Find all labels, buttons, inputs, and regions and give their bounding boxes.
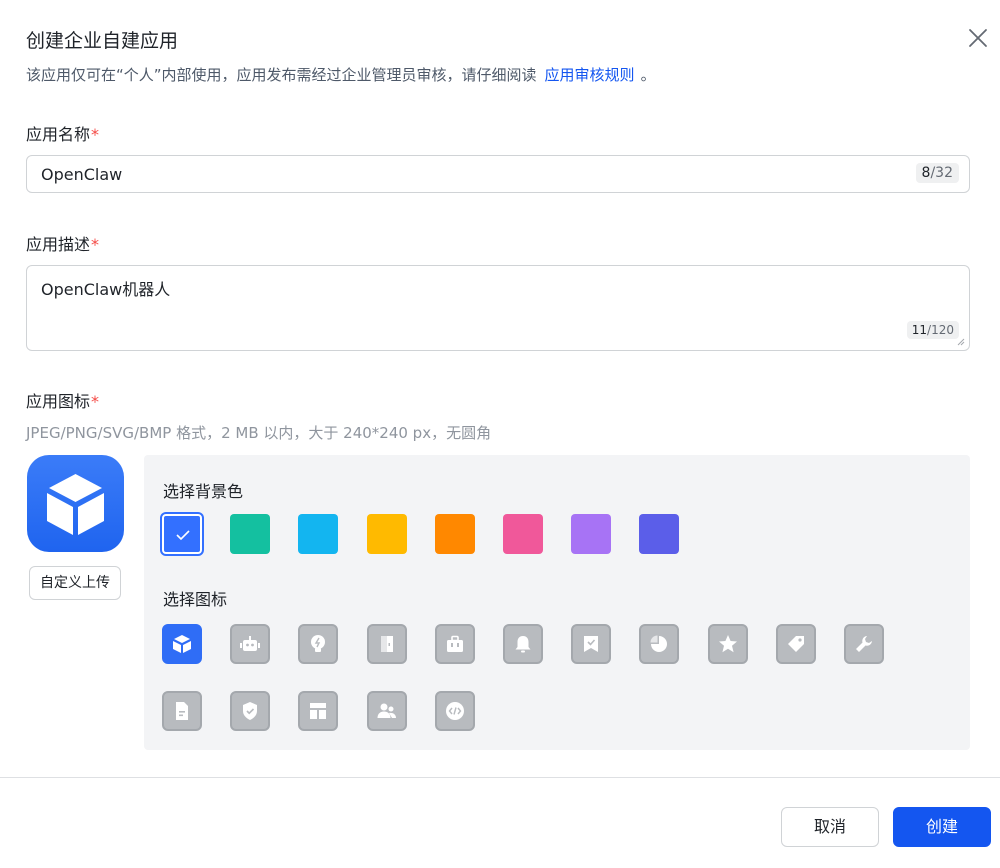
bg-swatch-6[interactable] xyxy=(503,514,543,554)
wrench-icon xyxy=(856,636,872,652)
icon-option-tag[interactable] xyxy=(776,624,816,664)
bg-swatch-8[interactable] xyxy=(639,514,679,554)
dialog-title: 创建企业自建应用 xyxy=(26,30,179,52)
app-desc-counter: 11/120 xyxy=(906,321,959,339)
resize-handle-icon[interactable] xyxy=(957,338,965,346)
footer-divider xyxy=(0,777,1000,778)
icon-option-star[interactable] xyxy=(708,624,748,664)
icon-option-wrench[interactable] xyxy=(844,624,884,664)
robot-icon xyxy=(240,636,260,651)
icon-select-label: 选择图标 xyxy=(163,590,228,609)
icon-option-document[interactable] xyxy=(162,691,202,731)
app-desc-count: 11 xyxy=(911,323,928,337)
bell-icon xyxy=(515,636,531,653)
icon-option-users[interactable] xyxy=(367,691,407,731)
users-icon xyxy=(377,703,396,718)
app-icon-preview xyxy=(27,455,124,552)
bg-swatch-2[interactable] xyxy=(230,514,270,554)
icon-option-robot[interactable] xyxy=(230,624,270,664)
document-icon xyxy=(176,702,188,720)
app-desc-label: 应用描述* xyxy=(26,231,99,255)
subtitle-suffix: 。 xyxy=(640,66,656,84)
bg-color-label: 选择背景色 xyxy=(163,482,244,501)
app-name-input[interactable]: OpenClaw 8/32 xyxy=(26,155,970,193)
app-name-value[interactable]: OpenClaw xyxy=(41,165,122,184)
bg-swatch-4[interactable] xyxy=(367,514,407,554)
dialog-subtitle: 该应用仅可在“个人”内部使用，应用发布需经过企业管理员审核，请仔细阅读 应用审核规… xyxy=(26,64,656,85)
cube-icon xyxy=(47,474,104,535)
review-rules-link[interactable]: 应用审核规则 xyxy=(545,66,635,84)
icon-option-cube[interactable] xyxy=(162,624,202,664)
pie-chart-icon xyxy=(650,635,667,652)
create-button[interactable]: 创建 xyxy=(893,807,991,847)
lightbulb-icon xyxy=(311,635,325,652)
bg-swatch-5[interactable] xyxy=(435,514,475,554)
layout-icon xyxy=(310,703,326,719)
app-name-label-text: 应用名称 xyxy=(26,125,91,144)
star-icon xyxy=(719,635,737,653)
app-desc-value[interactable]: OpenClaw机器人 xyxy=(41,276,170,300)
icon-option-shield-check[interactable] xyxy=(230,691,270,731)
required-mark: * xyxy=(91,125,100,144)
app-desc-label-text: 应用描述 xyxy=(26,235,91,254)
icon-option-bell[interactable] xyxy=(503,624,543,664)
bg-swatch-7[interactable] xyxy=(571,514,611,554)
code-icon xyxy=(446,702,464,720)
app-name-max: /32 xyxy=(930,165,953,181)
icon-option-lightbulb[interactable] xyxy=(298,624,338,664)
subtitle-text: 该应用仅可在“个人”内部使用，应用发布需经过企业管理员审核，请仔细阅读 xyxy=(26,66,537,84)
required-mark: * xyxy=(91,392,100,411)
icon-format-hint: JPEG/PNG/SVG/BMP 格式，2 MB 以内，大于 240*240 p… xyxy=(26,424,492,442)
app-desc-textarea[interactable]: OpenClaw机器人 11/120 xyxy=(26,265,970,351)
app-desc-max: /120 xyxy=(927,323,954,337)
cancel-button[interactable]: 取消 xyxy=(781,807,879,847)
icon-option-code[interactable] xyxy=(435,691,475,731)
app-name-label: 应用名称* xyxy=(26,121,99,145)
door-icon xyxy=(381,636,393,652)
required-mark: * xyxy=(91,235,100,254)
app-name-counter: 8/32 xyxy=(915,163,959,183)
shield-check-icon xyxy=(243,702,257,720)
icon-option-bookmark-check[interactable] xyxy=(571,624,611,664)
custom-upload-button[interactable]: 自定义上传 xyxy=(29,566,121,600)
bg-swatch-1[interactable] xyxy=(162,514,202,554)
app-icon-label-text: 应用图标 xyxy=(26,392,91,411)
cube-icon xyxy=(173,635,191,653)
bg-swatch-3[interactable] xyxy=(298,514,338,554)
icon-option-pie-chart[interactable] xyxy=(639,624,679,664)
icon-option-briefcase[interactable] xyxy=(435,624,475,664)
close-icon[interactable] xyxy=(966,26,990,50)
briefcase-icon xyxy=(447,635,463,652)
icon-option-door[interactable] xyxy=(367,624,407,664)
bookmark-check-icon xyxy=(584,636,598,652)
app-icon-label: 应用图标* xyxy=(26,388,99,412)
check-icon xyxy=(176,530,190,541)
icon-option-layout[interactable] xyxy=(298,691,338,731)
tag-icon xyxy=(788,636,804,652)
